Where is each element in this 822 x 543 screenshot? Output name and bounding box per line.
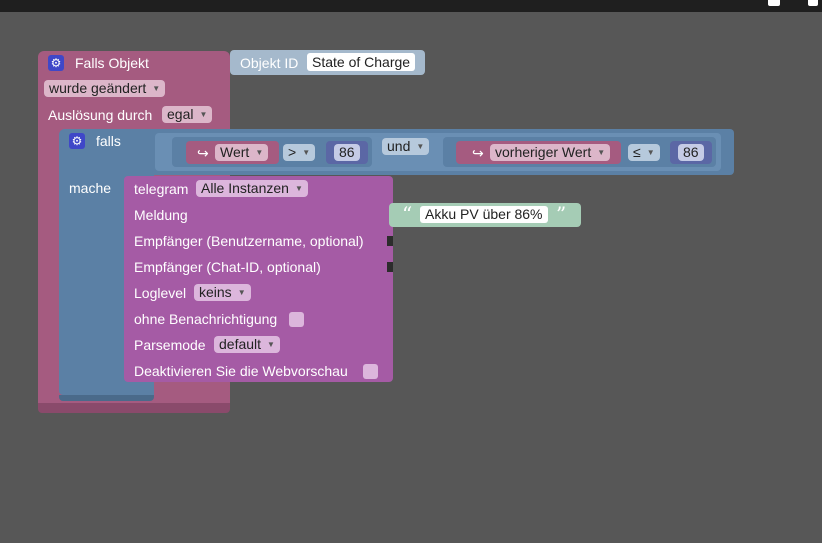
gear-icon[interactable]: ⚙ [69, 133, 85, 149]
close-icon[interactable] [808, 0, 818, 6]
chevron-down-icon: ▼ [597, 148, 606, 157]
loglevel-dropdown[interactable]: keins ▼ [194, 284, 251, 301]
trigger-by-value: egal [167, 106, 194, 122]
number-field-2[interactable]: 86 [678, 144, 704, 161]
parsemode-label: Parsemode [134, 337, 206, 353]
trigger-by-label: Auslösung durch [48, 107, 153, 123]
logic-dropdown[interactable]: und ▼ [382, 138, 430, 155]
chevron-down-icon: ▼ [199, 110, 208, 119]
silent-checkbox[interactable] [289, 312, 304, 327]
parsemode-dropdown[interactable]: default ▼ [214, 336, 280, 353]
loglevel-value: keins [199, 284, 232, 300]
trigger-title: Falls Objekt [75, 55, 149, 71]
chevron-down-icon: ▼ [152, 84, 161, 93]
parsemode-value: default [219, 336, 262, 352]
trigger-block-shadow [38, 403, 230, 413]
disable-preview-label: Deaktivieren Sie die Webvorschau [134, 363, 348, 379]
prop-dropdown-1[interactable]: Wert ▼ [215, 144, 269, 161]
telegram-title: telegram [134, 181, 189, 197]
operator-dropdown-1[interactable]: > ▼ [283, 144, 316, 161]
gear-icon[interactable]: ⚙ [48, 55, 64, 71]
recipient-user-label: Empfänger (Benutzername, optional) [134, 233, 364, 249]
chevron-down-icon: ▼ [267, 340, 275, 349]
if-block-shadow [59, 395, 154, 401]
quote-close-icon: ” [556, 202, 567, 226]
operator-value-2: ≤ [633, 144, 641, 160]
chevron-down-icon: ▼ [302, 148, 311, 157]
object-id-field[interactable]: State of Charge [307, 53, 416, 71]
do-label: mache [69, 180, 112, 196]
trigger-mode-value: wurde geändert [49, 80, 147, 96]
chevron-down-icon: ▼ [646, 148, 655, 157]
prop-dropdown-2[interactable]: vorheriger Wert ▼ [490, 144, 611, 161]
instance-dropdown[interactable]: Alle Instanzen ▼ [196, 180, 308, 197]
chevron-down-icon: ▼ [294, 184, 303, 193]
message-field[interactable]: Akku PV über 86% [420, 206, 548, 223]
instance-value: Alle Instanzen [201, 180, 289, 196]
window-icon[interactable] [768, 0, 780, 6]
top-bar [0, 0, 822, 12]
trigger-by-dropdown[interactable]: egal ▼ [162, 106, 213, 123]
ref-icon: ↪ [472, 145, 484, 161]
chevron-down-icon: ▼ [416, 142, 425, 151]
chevron-down-icon: ▼ [237, 288, 246, 297]
object-id-label: Objekt ID [240, 55, 299, 71]
quote-open-icon: “ [402, 202, 413, 226]
if-label: falls [96, 133, 121, 149]
ref-icon: ↪ [197, 145, 209, 161]
logic-value: und [387, 138, 411, 154]
prop-value-2: vorheriger Wert [495, 144, 592, 160]
operator-dropdown-2[interactable]: ≤ ▼ [628, 144, 660, 161]
input-socket[interactable] [387, 236, 393, 246]
message-label: Meldung [134, 207, 188, 223]
chevron-down-icon: ▼ [255, 148, 264, 157]
silent-label: ohne Benachrichtigung [134, 311, 278, 327]
number-field-1[interactable]: 86 [334, 144, 360, 161]
trigger-mode-dropdown[interactable]: wurde geändert ▼ [44, 80, 166, 97]
operator-value-1: > [288, 144, 297, 160]
recipient-chat-label: Empfänger (Chat-ID, optional) [134, 259, 321, 275]
prop-value-1: Wert [220, 144, 250, 160]
disable-preview-checkbox[interactable] [363, 364, 378, 379]
input-socket[interactable] [387, 262, 393, 272]
loglevel-label: Loglevel [134, 285, 187, 301]
